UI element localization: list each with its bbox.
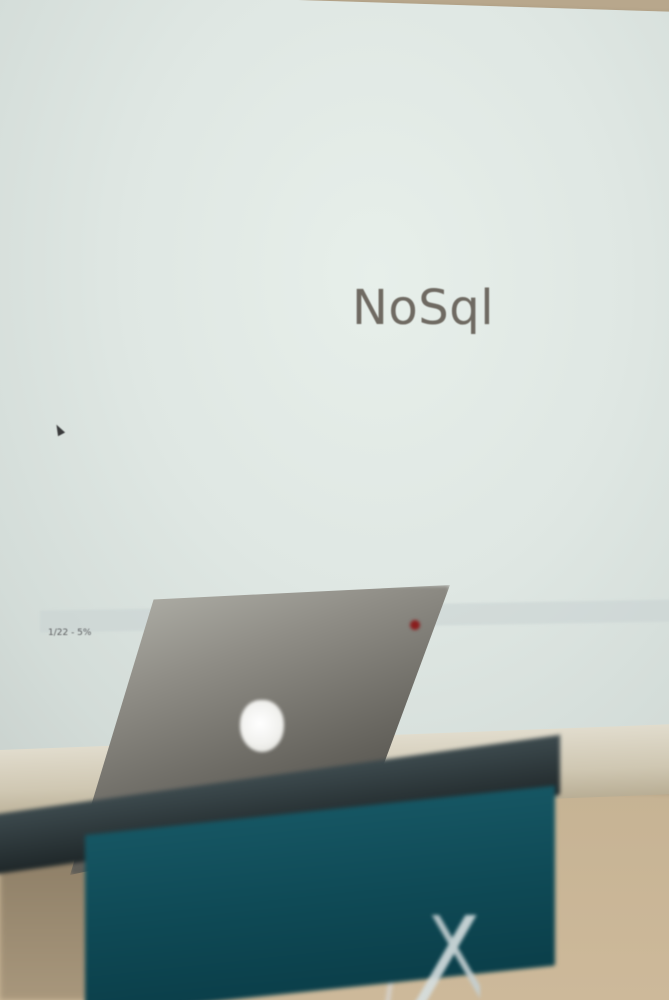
lid-sticker-icon <box>410 620 420 630</box>
slide-progress-text: 1/22 - 5% <box>48 628 92 638</box>
photo-scene: NoSql 1/22 - 5% <box>0 0 669 1000</box>
banner-logo-icon <box>410 915 480 1000</box>
apple-logo-icon <box>240 700 284 752</box>
foreground-shadow <box>0 860 90 1000</box>
slide-title: NoSql <box>352 280 495 336</box>
